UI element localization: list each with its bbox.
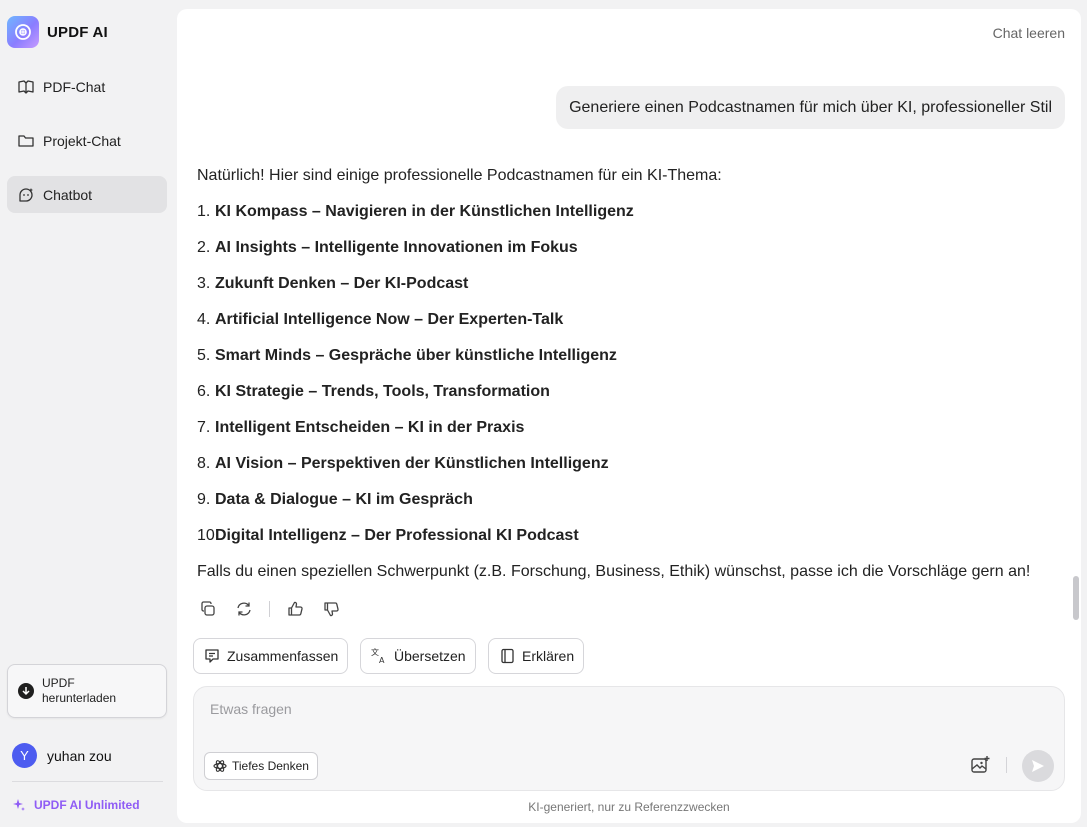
download-icon [18,683,34,699]
message-input[interactable] [210,701,910,725]
assistant-answer: Natürlich! Hier sind einige professionel… [197,164,1057,584]
user-name: yuhan zou [47,747,112,764]
svg-text:A: A [379,656,385,665]
send-icon [1032,760,1044,772]
sidebar-item-label: PDF-Chat [43,78,106,95]
sidebar-item-label: Projekt-Chat [43,132,121,149]
book-open-icon [18,79,34,94]
thumbs-down-button[interactable] [320,598,342,620]
deep-think-label: Tiefes Denken [232,759,309,773]
scrollbar-thumb[interactable] [1073,576,1079,620]
composer: Tiefes Denken [193,686,1065,791]
list-item: 1. KI Kompass – Navigieren in der Künstli… [197,203,634,220]
sidebar-item-pdf-chat[interactable]: PDF-Chat [7,68,167,105]
answer-outro: Falls du einen speziellen Schwerpunkt (z… [197,563,1031,580]
translate-button[interactable]: 文 A Übersetzen [360,638,476,674]
avatar: Y [12,743,37,768]
copy-icon [201,601,215,616]
book-icon [501,648,514,664]
download-label: UPDF herunterladen [42,676,117,705]
podcast-name-list: 1. KI Kompass – Navigieren in der Künstli… [197,200,1057,560]
summarize-button[interactable]: Zusammenfassen [193,638,349,674]
list-item: 6. KI Strategie – Trends, Tools, Transfor… [197,383,550,400]
updf-ai-logo-icon [7,16,39,48]
list-item: 3. Zukunft Denken – Der KI-Podcast [197,275,469,292]
sidebar-item-label: Chatbot [43,186,93,203]
sidebar: UPDF AI PDF-Chat Projekt-Chat Chatbot UP… [0,0,175,827]
answer-intro: Natürlich! Hier sind einige professionel… [197,167,722,184]
copy-button[interactable] [197,598,219,620]
ai-disclaimer: KI-generiert, nur zu Referenzzwecken [528,800,730,814]
app-title: UPDF AI [47,23,108,41]
list-item: 2. AI Insights – Intelligente Innovatione… [197,239,578,256]
thumbs-down-icon [324,602,339,617]
deep-think-toggle[interactable]: Tiefes Denken [204,752,318,780]
clear-chat-button[interactable]: Chat leeren [993,25,1065,41]
summarize-icon [205,649,219,663]
thumbs-up-button[interactable] [284,598,306,620]
chatbot-icon [19,187,33,202]
message-actions [197,598,342,620]
list-item: 5. Smart Minds – Gespräche über künstlich… [197,347,617,364]
regenerate-button[interactable] [233,598,255,620]
divider [269,601,270,617]
divider [12,781,163,782]
quick-action-label: Übersetzen [394,648,466,664]
sidebar-item-projekt-chat[interactable]: Projekt-Chat [7,122,167,159]
sparkle-icon [13,799,25,811]
list-item: 9. Data & Dialogue – KI im Gespräch [197,491,473,508]
upload-image-button[interactable] [968,753,992,777]
unlimited-label: UPDF AI Unlimited [34,798,140,812]
thumbs-up-icon [288,601,303,616]
translate-icon: 文 A [371,647,385,665]
list-item: 7. Intelligent Entscheiden – KI in der Pr… [197,419,525,436]
list-item: 8. AI Vision – Perspektiven der Künstlich… [197,455,609,472]
folder-icon [18,134,34,147]
atom-icon [213,760,227,772]
send-button[interactable] [1022,750,1054,782]
brand[interactable]: UPDF AI [7,16,108,48]
refresh-icon [237,602,251,616]
user-profile[interactable]: Y yuhan zou [12,743,112,768]
user-message: Generiere einen Podcastnamen für mich üb… [556,86,1065,129]
download-updf-button[interactable]: UPDF herunterladen [7,664,167,718]
chat-panel: Chat leeren Generiere einen Podcastnamen… [177,9,1081,823]
quick-action-label: Zusammenfassen [227,648,339,664]
quick-action-label: Erklären [522,648,575,664]
list-item: 10 Digital Intelligenz – Der Professional… [197,527,579,544]
svg-text:文: 文 [371,647,379,657]
explain-button[interactable]: Erklären [488,638,585,674]
image-upload-icon [971,756,990,773]
list-item: 4. Artificial Intelligence Now – Der Expe… [197,311,564,328]
ai-unlimited-link[interactable]: UPDF AI Unlimited [12,798,140,812]
divider [1006,757,1007,773]
sidebar-item-chatbot[interactable]: Chatbot [7,176,167,213]
